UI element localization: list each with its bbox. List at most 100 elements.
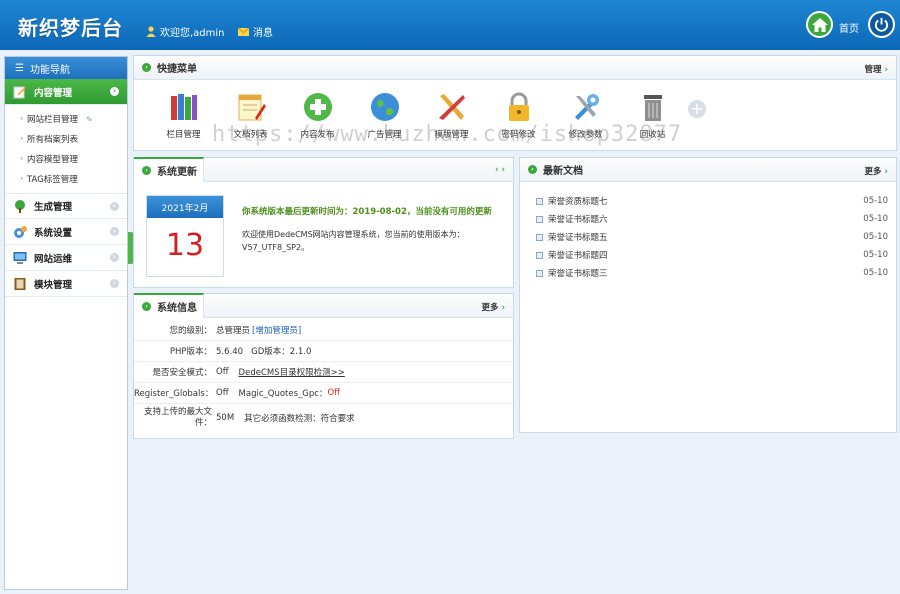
welcome-label: 欢迎您,admin: [160, 28, 225, 39]
books-icon: [170, 94, 197, 120]
quick-item-columns[interactable]: 栏目管理: [150, 92, 217, 140]
chevron-right-icon: ›: [142, 302, 151, 311]
doc-date: 05-10: [863, 232, 888, 242]
trash-icon: [643, 95, 662, 121]
quick-item-templates[interactable]: 模版管理: [418, 92, 485, 140]
power-icon: [874, 17, 889, 32]
info-row: 是否安全模式： Off DedeCMS目录权限检测>>: [134, 362, 513, 383]
update-body: 欢迎使用DedeCMS网站内容管理系统，您当前的使用版本为：V57_UTF8_S…: [242, 230, 465, 252]
doc-title[interactable]: 荣誉证书标题六: [536, 213, 608, 225]
submenu-tag-manage[interactable]: TAG标签管理: [5, 169, 127, 189]
add-shortcut-icon[interactable]: +: [688, 100, 706, 118]
sidebar-item-label: 模块管理: [34, 279, 73, 291]
quick-item-label: 修改参数: [568, 130, 603, 140]
lock-icon: [508, 92, 529, 121]
quick-item-label: 密码修改: [501, 130, 536, 140]
system-info-tab[interactable]: › 系统信息: [134, 293, 204, 318]
submenu-archive-list[interactable]: 所有档案列表: [5, 129, 127, 149]
list-item[interactable]: 荣誉证书标题六 05-10: [536, 210, 888, 228]
quick-item-recycle[interactable]: 回收站: [619, 92, 686, 140]
info-value-2: Magic_Quotes_Gpc：: [238, 389, 328, 399]
chevron-right-icon: ›: [528, 165, 537, 174]
list-item[interactable]: 荣誉证书标题四 05-10: [536, 246, 888, 264]
home-icon: [811, 17, 828, 32]
submenu-model-manage[interactable]: 内容模型管理: [5, 149, 127, 169]
notepad-icon: [238, 94, 266, 121]
sidebar-item-modules[interactable]: 模块管理 ›: [5, 271, 127, 297]
chevron-right-icon: ›: [142, 63, 151, 72]
info-row: 支持上传的最大文件： 50M 其它必须函数检测：符合要求: [134, 404, 513, 432]
info-key: 您的级别：: [169, 326, 212, 336]
latest-docs-header: › 最新文档 更多: [520, 158, 896, 182]
mail-icon: [238, 27, 249, 36]
sidebar-item-ops[interactable]: 网站运维 ›: [5, 245, 127, 271]
chevron-right-icon: ›: [110, 227, 119, 236]
doc-date: 05-10: [863, 268, 888, 278]
permission-check-link[interactable]: DedeCMS目录权限检测>>: [237, 366, 345, 378]
wrench-icon: [574, 94, 599, 120]
latest-docs-panel: › 最新文档 更多 荣誉资质标题七 05-10 荣誉证书标题六 05-10 荣誉…: [519, 157, 897, 433]
latest-docs-more-link[interactable]: 更多: [865, 165, 888, 177]
sidebar-item-label: 网站运维: [34, 253, 73, 265]
add-icon[interactable]: ✎: [86, 115, 93, 124]
quick-menu-title: 快捷菜单: [157, 64, 197, 75]
quick-menu-manage-link[interactable]: 管理: [865, 63, 888, 75]
info-value: 总管理员: [216, 326, 251, 336]
system-update-panel: › 系统更新 › 2021年2月 13 你系统版本最后更新时间为：2019-08…: [133, 157, 514, 288]
sidebar-item-generate[interactable]: 生成管理 ›: [5, 193, 127, 219]
info-key: Register_Globals：: [134, 389, 214, 399]
quick-item-label: 模版管理: [434, 130, 469, 140]
info-value: 5.6.40 GD版本：2.1.0: [216, 347, 312, 357]
globe-icon: [370, 93, 399, 121]
info-value-2-status: Off: [327, 388, 340, 398]
system-info-more-link[interactable]: 更多: [482, 301, 505, 313]
quick-item-ads[interactable]: 广告管理: [351, 92, 418, 140]
calendar-month: 2021年2月: [147, 196, 223, 218]
doc-title[interactable]: 荣誉证书标题五: [536, 231, 608, 243]
home-label[interactable]: 首页: [839, 20, 859, 35]
submenu-column-manage[interactable]: 网站栏目管理 ✎: [5, 109, 127, 129]
info-key: 支持上传的最大文件：: [143, 407, 212, 428]
system-info-panel: › 系统信息 更多 您的级别： 总管理员 [增加管理员] PHP版本： 5.6.…: [133, 293, 514, 439]
quick-item-params[interactable]: 修改参数: [552, 92, 619, 140]
chevron-right-icon: ›: [110, 279, 119, 288]
system-info-header: › 系统信息 更多: [134, 293, 513, 318]
sidebar-item-settings[interactable]: 系统设置 ›: [5, 219, 127, 245]
doc-title[interactable]: 荣誉证书标题四: [536, 249, 608, 261]
messages-link[interactable]: 消息: [238, 24, 273, 39]
latest-docs-list: 荣誉资质标题七 05-10 荣誉证书标题六 05-10 荣誉证书标题五 05-1…: [520, 182, 896, 282]
chevron-right-icon[interactable]: ›: [495, 165, 505, 175]
calendar-day: 13: [165, 228, 205, 263]
info-value-2: 其它必须函数检测：符合要求: [244, 414, 355, 424]
sidebar-header: ☰ 功能导航: [5, 57, 127, 79]
quick-item-publish[interactable]: 内容发布: [284, 92, 351, 140]
sidebar-item-label: 生成管理: [34, 202, 73, 213]
system-info-title: 系统信息: [157, 303, 197, 314]
quick-menu-panel: › 快捷菜单 管理 栏目管理 文档列表 内容发布: [133, 55, 897, 151]
quick-item-password[interactable]: 密码修改: [485, 92, 552, 140]
doc-date: 05-10: [863, 214, 888, 224]
system-update-tab[interactable]: › 系统更新: [134, 157, 204, 182]
quick-item-doc-list[interactable]: 文档列表: [217, 92, 284, 140]
list-item[interactable]: 荣誉证书标题三 05-10: [536, 264, 888, 282]
sidebar-item-label: 系统设置: [34, 227, 73, 239]
list-item[interactable]: 荣誉证书标题五 05-10: [536, 228, 888, 246]
info-row: 您的级别： 总管理员 [增加管理员]: [134, 320, 513, 341]
quick-item-label: 广告管理: [367, 130, 402, 140]
info-row: Register_Globals： Off Magic_Quotes_Gpc： …: [134, 383, 513, 404]
doc-title[interactable]: 荣誉证书标题三: [536, 267, 608, 279]
list-item[interactable]: 荣誉资质标题七 05-10: [536, 192, 888, 210]
logout-button[interactable]: [868, 11, 895, 38]
info-key: PHP版本：: [169, 347, 212, 357]
info-row: PHP版本： 5.6.40 GD版本：2.1.0: [134, 341, 513, 362]
home-button[interactable]: [806, 11, 833, 38]
tree-icon: [15, 200, 25, 213]
sidebar-item-label: 内容管理: [34, 87, 73, 99]
chevron-right-icon: ›: [142, 166, 151, 175]
doc-title[interactable]: 荣誉资质标题七: [536, 195, 608, 207]
quick-item-label: 文档列表: [233, 130, 268, 140]
sidebar-item-content[interactable]: 内容管理 ›: [5, 79, 127, 105]
latest-docs-title: 最新文档: [543, 166, 583, 177]
messages-label: 消息: [253, 28, 273, 39]
add-admin-link[interactable]: [增加管理员]: [250, 324, 301, 336]
